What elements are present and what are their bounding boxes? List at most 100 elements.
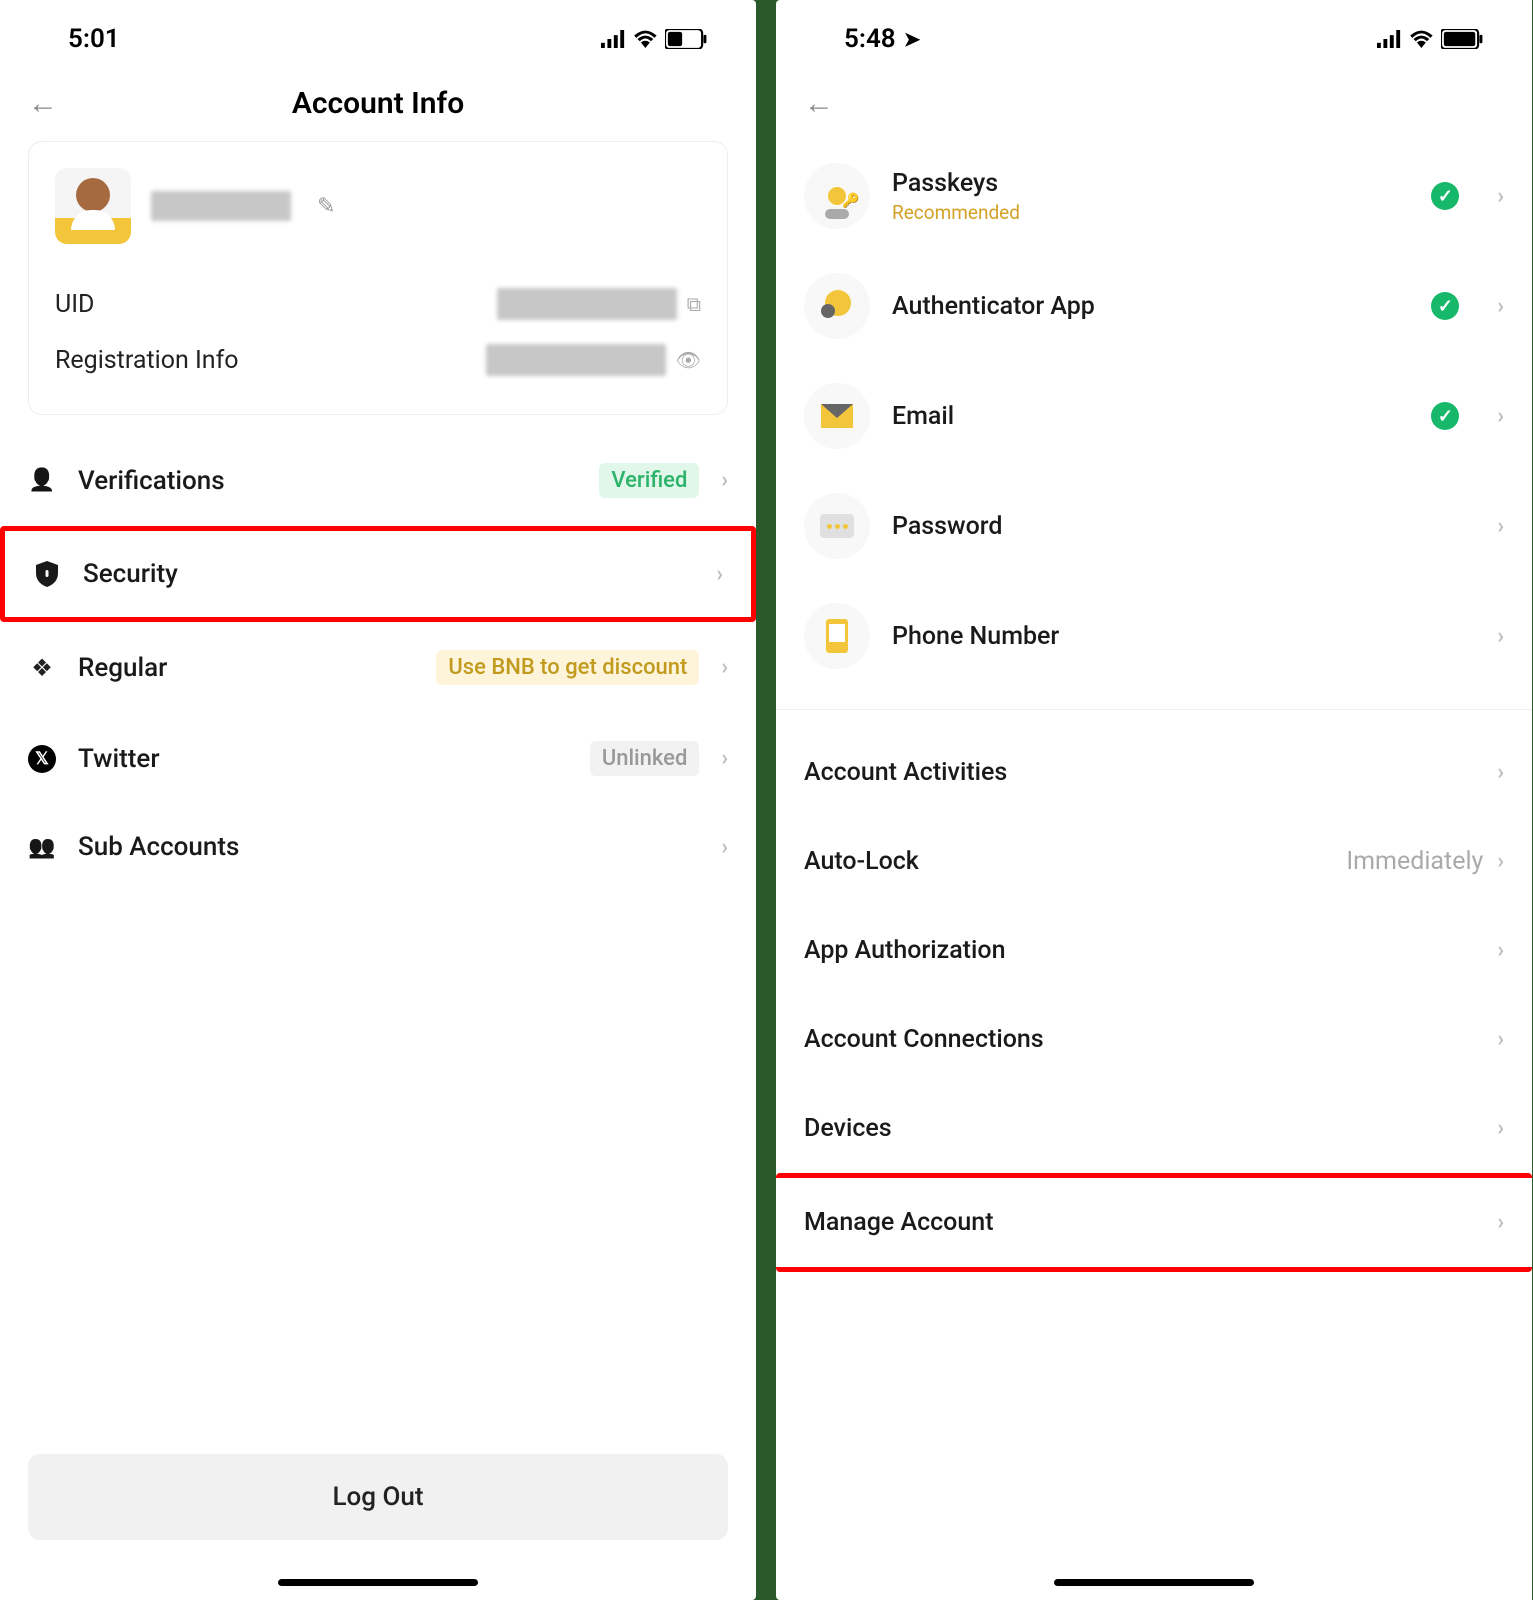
phone-item[interactable]: Phone Number › — [776, 581, 1532, 691]
chevron-right-icon: › — [721, 655, 728, 680]
avatar[interactable] — [55, 168, 131, 244]
logout-button[interactable]: Log Out — [28, 1454, 728, 1540]
authenticator-label: Authenticator App — [892, 292, 1409, 321]
chevron-right-icon: › — [721, 746, 728, 771]
chevron-right-icon: › — [1497, 760, 1504, 785]
uid-value-redacted — [497, 288, 677, 320]
diamond-icon — [28, 654, 56, 682]
chevron-right-icon: › — [1497, 184, 1504, 209]
back-arrow-icon[interactable]: ← — [804, 86, 834, 121]
authenticator-item[interactable]: Authenticator App ✓ › — [776, 251, 1532, 361]
battery-icon — [1441, 29, 1484, 49]
chevron-right-icon: › — [1497, 1210, 1504, 1235]
check-icon: ✓ — [1431, 182, 1459, 210]
email-label: Email — [892, 402, 1409, 431]
security-item[interactable]: Security › — [0, 526, 756, 622]
wifi-icon — [633, 30, 658, 48]
home-indicator[interactable] — [1054, 1579, 1254, 1586]
chevron-right-icon: › — [1497, 294, 1504, 319]
uid-label: UID — [55, 290, 94, 319]
account-activities-label: Account Activities — [804, 758, 1007, 787]
check-icon: ✓ — [1431, 402, 1459, 430]
verifications-label: Verifications — [78, 466, 577, 496]
autolock-label: Auto-Lock — [804, 847, 919, 876]
account-activities-item[interactable]: Account Activities › — [776, 728, 1532, 817]
chevron-right-icon: › — [1497, 624, 1504, 649]
header: ← Account Info — [0, 66, 756, 141]
home-indicator[interactable] — [278, 1579, 478, 1586]
recommended-badge: Recommended — [892, 201, 1409, 224]
password-icon — [804, 493, 870, 559]
passkeys-item[interactable]: Passkeys Recommended ✓ › — [776, 141, 1532, 251]
email-item[interactable]: Email ✓ › — [776, 361, 1532, 471]
location-arrow-icon: ➤ — [904, 27, 921, 51]
chevron-right-icon: › — [1497, 1027, 1504, 1052]
verifications-item[interactable]: Verifications Verified › — [0, 435, 756, 526]
status-indicators — [601, 29, 708, 49]
status-bar: 5:48 ➤ — [776, 0, 1532, 66]
unlinked-badge: Unlinked — [590, 741, 700, 776]
profile-row: ✎ — [55, 168, 701, 244]
status-time: 5:48 — [844, 24, 896, 54]
password-item[interactable]: Password › — [776, 471, 1532, 581]
security-screen: 5:48 ➤ ← Passkeys Recommended ✓ › Authen… — [776, 0, 1532, 1600]
account-connections-item[interactable]: Account Connections › — [776, 995, 1532, 1084]
passkey-icon — [804, 163, 870, 229]
page-title: Account Info — [292, 86, 464, 121]
cellular-signal-icon — [1377, 30, 1403, 48]
devices-item[interactable]: Devices › — [776, 1084, 1532, 1173]
password-label: Password — [892, 512, 1475, 541]
status-indicators — [1377, 29, 1484, 49]
authenticator-icon — [804, 273, 870, 339]
twitter-label: Twitter — [78, 744, 568, 774]
verified-badge: Verified — [599, 463, 699, 498]
chevron-right-icon: › — [716, 562, 723, 587]
registration-label: Registration Info — [55, 346, 239, 375]
app-authorization-item[interactable]: App Authorization › — [776, 906, 1532, 995]
cellular-signal-icon — [601, 30, 627, 48]
uid-row: UID ⧉ — [55, 276, 701, 332]
chevron-right-icon: › — [1497, 1116, 1504, 1141]
status-bar: 5:01 — [0, 0, 756, 66]
email-icon — [804, 383, 870, 449]
chevron-right-icon: › — [1497, 404, 1504, 429]
edit-icon[interactable]: ✎ — [317, 194, 335, 219]
person-icon — [28, 467, 56, 495]
status-time: 5:01 — [68, 24, 120, 54]
chevron-right-icon: › — [721, 468, 728, 493]
username-redacted — [151, 191, 291, 221]
autolock-value: Immediately — [1346, 847, 1483, 876]
wifi-icon — [1409, 30, 1434, 48]
account-info-screen: 5:01 ← Account Info ✎ UID ⧉ — [0, 0, 756, 1600]
chevron-right-icon: › — [1497, 514, 1504, 539]
twitter-icon: 𝕏 — [28, 745, 56, 773]
shield-icon — [33, 560, 61, 588]
subaccounts-icon — [28, 833, 56, 861]
subaccounts-item[interactable]: Sub Accounts › — [0, 804, 756, 890]
chevron-right-icon: › — [721, 835, 728, 860]
copy-icon[interactable]: ⧉ — [687, 292, 701, 316]
chevron-right-icon: › — [1497, 938, 1504, 963]
registration-row: Registration Info 👁 — [55, 332, 701, 388]
account-connections-label: Account Connections — [804, 1025, 1044, 1054]
regular-label: Regular — [78, 653, 414, 683]
manage-account-label: Manage Account — [804, 1208, 994, 1237]
divider — [776, 709, 1532, 710]
passkeys-label: Passkeys — [892, 169, 1409, 198]
security-label: Security — [83, 559, 694, 589]
profile-card: ✎ UID ⧉ Registration Info 👁 — [28, 141, 728, 415]
subaccounts-label: Sub Accounts — [78, 832, 699, 862]
registration-value-redacted — [486, 344, 666, 376]
eye-icon[interactable]: 👁 — [676, 348, 701, 372]
app-authorization-label: App Authorization — [804, 936, 1005, 965]
chevron-right-icon: › — [1497, 849, 1504, 874]
battery-icon — [665, 29, 708, 49]
devices-label: Devices — [804, 1114, 892, 1143]
phone-label: Phone Number — [892, 622, 1475, 651]
autolock-item[interactable]: Auto-Lock Immediately › — [776, 817, 1532, 906]
back-arrow-icon[interactable]: ← — [28, 86, 58, 121]
check-icon: ✓ — [1431, 292, 1459, 320]
regular-item[interactable]: Regular Use BNB to get discount › — [0, 622, 756, 713]
manage-account-item[interactable]: Manage Account › — [776, 1173, 1532, 1272]
twitter-item[interactable]: 𝕏 Twitter Unlinked › — [0, 713, 756, 804]
